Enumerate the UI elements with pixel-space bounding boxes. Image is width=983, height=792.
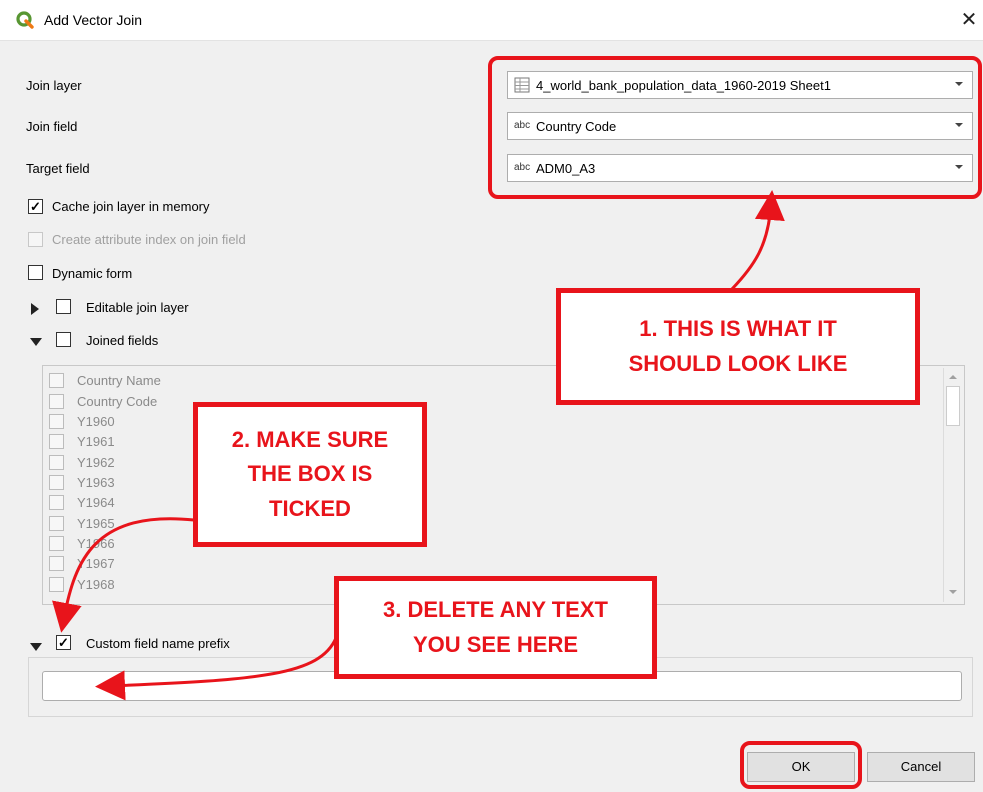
callout-3: 3. DELETE ANY TEXT YOU SEE HERE <box>334 576 657 679</box>
callout-2-line-1: 2. MAKE SURE <box>231 427 389 453</box>
arrow-to-prefix-checkbox <box>52 517 195 633</box>
callout-2-line-2: THE BOX IS <box>247 461 373 487</box>
arrow-to-prefix-input <box>95 637 338 701</box>
callout-1-line-2: SHOULD LOOK LIKE <box>628 350 848 376</box>
callout-3-line-1: 3. DELETE ANY TEXT <box>383 597 608 623</box>
callout-2: 2. MAKE SURE THE BOX IS TICKED <box>193 402 427 547</box>
callout-3-line-2: YOU SEE HERE <box>412 631 579 657</box>
callout-1-line-1: 1. THIS IS WHAT IT <box>639 316 837 342</box>
callout-1: 1. THIS IS WHAT IT SHOULD LOOK LIKE <box>556 288 920 405</box>
callout-2-line-3: TICKED <box>269 495 351 521</box>
arrow-to-join-settings <box>730 190 785 291</box>
